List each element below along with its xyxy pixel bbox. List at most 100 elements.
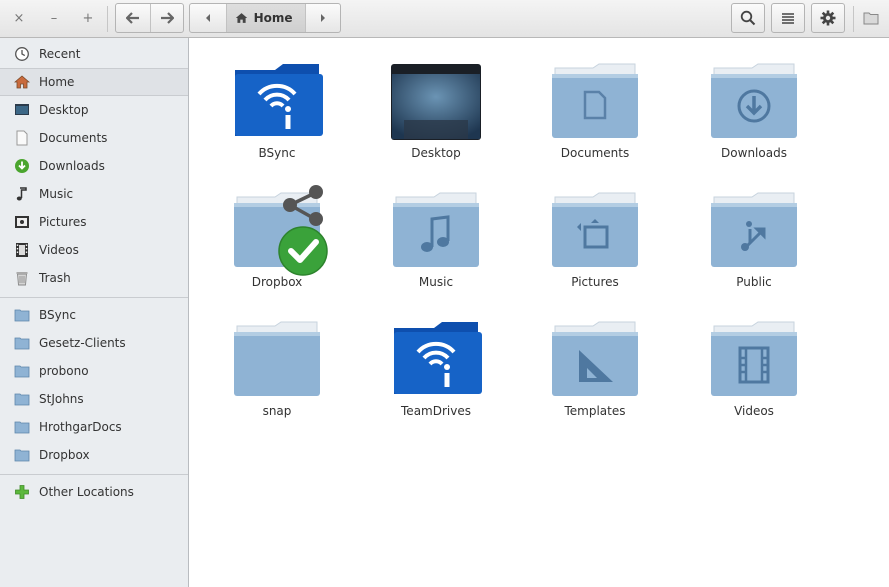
sidebar-item-label: Home — [39, 75, 75, 89]
file-name: Desktop — [411, 146, 461, 160]
plus-icon — [14, 484, 30, 500]
trash-icon — [14, 270, 30, 286]
header-bar: × – + Home — [0, 0, 889, 38]
sidebar-item-label: BSync — [39, 308, 76, 322]
file-item-downloads[interactable]: Downloads — [694, 60, 814, 180]
file-name: BSync — [258, 146, 296, 160]
sidebar-item-label: Gesetz-Clients — [39, 336, 126, 350]
sidebar-item-gesetz-clients[interactable]: Gesetz-Clients — [0, 329, 188, 357]
file-item-public[interactable]: Public — [694, 189, 814, 309]
downloads-folder-icon — [711, 63, 797, 138]
music-icon — [14, 186, 30, 202]
folder-icon — [14, 447, 30, 463]
documents-folder-icon — [552, 63, 638, 138]
pictures-folder-icon — [552, 192, 638, 267]
close-window-button[interactable]: × — [8, 8, 30, 30]
breadcrumb-home[interactable]: Home — [225, 4, 305, 32]
arrow-left-icon — [125, 12, 139, 24]
sidebar-item-label: Music — [39, 187, 74, 201]
public-folder-icon — [711, 192, 797, 267]
sidebar-item-label: Documents — [39, 131, 108, 145]
file-item-bsync[interactable]: BSync — [217, 60, 337, 180]
search-button[interactable] — [731, 3, 765, 33]
sidebar-item-trash[interactable]: Trash — [0, 264, 188, 292]
file-item-dropbox[interactable]: Dropbox — [217, 185, 337, 309]
folder-icon — [14, 419, 30, 435]
sidebar-item-probono[interactable]: probono — [0, 357, 188, 385]
folder-icon — [14, 307, 30, 323]
sidebar-item-label: Desktop — [39, 103, 89, 117]
folder-icon — [14, 391, 30, 407]
file-item-desktop[interactable]: Desktop — [376, 60, 496, 180]
sidebar-item-label: Other Locations — [39, 485, 134, 499]
file-item-videos[interactable]: Videos — [694, 318, 814, 438]
forward-button[interactable] — [149, 4, 184, 32]
folder-icon — [14, 363, 30, 379]
sidebar: Recent Home Desktop Documents Downloads … — [0, 38, 189, 587]
sidebar-item-downloads[interactable]: Downloads — [0, 152, 188, 180]
sidebar-item-pictures[interactable]: Pictures — [0, 208, 188, 236]
sidebar-item-label: Trash — [39, 271, 71, 285]
file-name: Videos — [734, 404, 774, 418]
header-divider-right — [853, 6, 854, 32]
file-name: Templates — [564, 404, 626, 418]
sidebar-item-label: Dropbox — [39, 448, 90, 462]
sidebar-item-stjohns[interactable]: StJohns — [0, 385, 188, 413]
sidebar-item-home[interactable]: Home — [0, 68, 188, 96]
home-icon — [14, 74, 30, 90]
file-name: Dropbox — [251, 275, 303, 289]
file-item-music[interactable]: Music — [376, 189, 496, 309]
path-bar: Home — [189, 3, 341, 33]
dropbox-folder-icon — [234, 185, 328, 276]
sidebar-item-label: Downloads — [39, 159, 105, 173]
back-button[interactable] — [116, 4, 150, 32]
sidebar-item-desktop[interactable]: Desktop — [0, 96, 188, 124]
folder-icon — [14, 335, 30, 351]
file-name: Public — [736, 275, 772, 289]
file-name: Pictures — [571, 275, 619, 289]
maximize-window-button[interactable]: + — [77, 8, 99, 30]
view-options-button[interactable] — [771, 3, 805, 33]
sidebar-divider — [0, 474, 188, 475]
sidebar-item-music[interactable]: Music — [0, 180, 188, 208]
desktop-icon — [14, 102, 30, 118]
sidebar-item-label: StJohns — [39, 392, 84, 406]
sidebar-item-label: probono — [39, 364, 89, 378]
teamdrive-folder-icon — [394, 322, 482, 394]
file-name: Documents — [560, 146, 630, 160]
home-icon — [235, 13, 247, 23]
music-folder-icon — [393, 192, 479, 267]
sidebar-item-documents[interactable]: Documents — [0, 124, 188, 152]
path-scroll-right-button[interactable] — [304, 4, 341, 32]
file-item-teamdrives[interactable]: TeamDrives — [376, 318, 496, 438]
minimize-window-button[interactable]: – — [43, 8, 65, 30]
sidebar-item-recent[interactable]: Recent — [0, 40, 188, 68]
recent-icon — [14, 46, 30, 62]
header-divider — [107, 6, 108, 32]
videos-icon — [14, 242, 30, 258]
file-name: snap — [262, 404, 292, 418]
gear-icon — [820, 10, 836, 26]
videos-folder-icon — [711, 321, 797, 396]
templates-folder-icon — [552, 321, 638, 396]
sidebar-item-hrothgardocs[interactable]: HrothgarDocs — [0, 413, 188, 441]
sidebar-item-other-locations[interactable]: Other Locations — [0, 478, 188, 506]
file-item-pictures[interactable]: Pictures — [535, 189, 655, 309]
file-item-documents[interactable]: Documents — [535, 60, 655, 180]
search-icon — [740, 10, 756, 26]
file-name: TeamDrives — [401, 404, 471, 418]
pictures-icon — [14, 214, 30, 230]
menu-button[interactable] — [811, 3, 845, 33]
folder-icon — [234, 321, 320, 396]
history-buttons — [115, 3, 184, 33]
path-scroll-left-button[interactable] — [190, 4, 226, 32]
sidebar-item-bsync[interactable]: BSync — [0, 301, 188, 329]
breadcrumb-label: Home — [253, 11, 293, 25]
sidebar-item-videos[interactable]: Videos — [0, 236, 188, 264]
sidebar-item-dropbox[interactable]: Dropbox — [0, 441, 188, 469]
folder-tab-icon[interactable] — [863, 11, 879, 28]
file-item-templates[interactable]: Templates — [535, 318, 655, 438]
sidebar-item-label: HrothgarDocs — [39, 420, 122, 434]
file-item-snap[interactable]: snap — [217, 318, 337, 438]
sidebar-item-label: Videos — [39, 243, 79, 257]
